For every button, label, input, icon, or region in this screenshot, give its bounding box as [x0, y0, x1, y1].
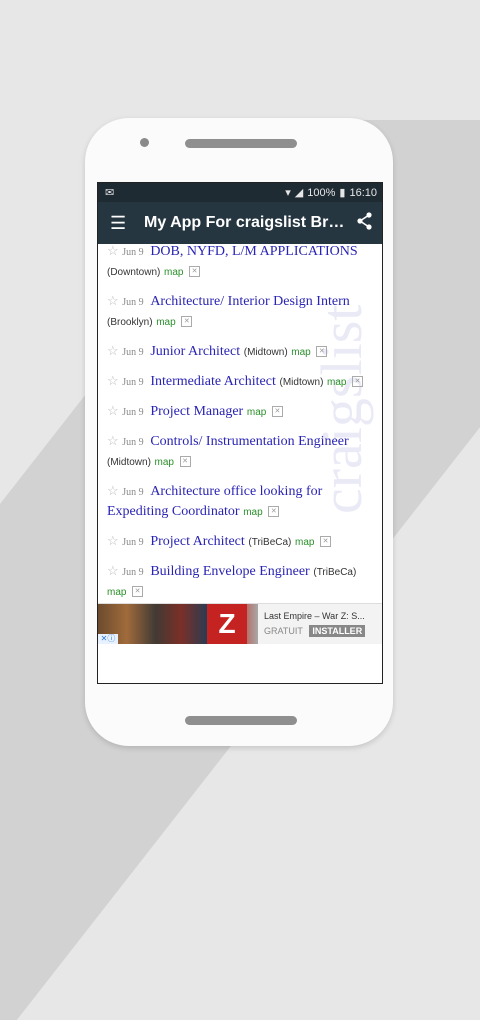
ad-image[interactable]: Z ✕ⓘ: [98, 604, 258, 644]
listing-content: craigslist ☆ Jun 9 DOB, NYFD, L/M APPLIC…: [98, 244, 382, 644]
hide-icon[interactable]: ✕: [352, 376, 364, 388]
listing-title[interactable]: Junior Architect: [150, 344, 240, 359]
speaker-bar: [185, 139, 297, 148]
listing-title[interactable]: Architecture/ Interior Design Intern: [150, 294, 349, 309]
map-link[interactable]: map: [156, 317, 175, 328]
map-link[interactable]: map: [295, 537, 314, 548]
map-link[interactable]: map: [247, 407, 266, 418]
clock: 16:10: [349, 186, 377, 199]
hide-icon[interactable]: ✕: [316, 346, 328, 358]
battery-icon: ▮: [339, 187, 346, 199]
ad-price: GRATUIT: [264, 626, 303, 636]
hide-icon[interactable]: ✕: [132, 586, 144, 598]
list-item[interactable]: ☆ Jun 9 Architecture/ Interior Design In…: [107, 288, 382, 338]
list-item[interactable]: ☆ Jun 9 Building Envelope Engineer (TriB…: [107, 558, 382, 608]
ad-banner[interactable]: Z ✕ⓘ Last Empire – War Z: S... GRATUIT I…: [98, 603, 382, 644]
star-icon[interactable]: ☆: [107, 244, 119, 258]
list-item[interactable]: ☆ Jun 9 Intermediate Architect (Midtown)…: [107, 368, 382, 398]
status-bar: ✉ ▾ ◢ 100% ▮ 16:10: [98, 183, 382, 202]
share-icon[interactable]: [354, 211, 374, 235]
hide-icon[interactable]: ✕: [179, 456, 191, 468]
game-logo-icon: Z: [207, 604, 247, 644]
list-item[interactable]: ☆ Jun 9 Controls/ Instrumentation Engine…: [107, 428, 382, 478]
star-icon[interactable]: ☆: [107, 563, 119, 578]
ad-title: Last Empire – War Z: S...: [264, 611, 365, 621]
app-title: My App For craigslist Brow...: [144, 214, 354, 231]
listing-list: ☆ Jun 9 DOB, NYFD, L/M APPLICATIONS (Dow…: [98, 244, 382, 608]
list-item[interactable]: ☆ Jun 9 Architecture office looking for …: [107, 478, 382, 528]
app-bar: ☰ My App For craigslist Brow...: [98, 202, 382, 244]
map-link[interactable]: map: [107, 587, 126, 598]
hide-icon[interactable]: ✕: [271, 406, 283, 418]
ad-info: Last Empire – War Z: S... GRATUIT INSTAL…: [264, 609, 366, 639]
star-icon[interactable]: ☆: [107, 533, 119, 548]
map-link[interactable]: map: [164, 267, 183, 278]
listing-title[interactable]: Building Envelope Engineer: [150, 564, 309, 579]
star-icon[interactable]: ☆: [107, 433, 119, 448]
list-item[interactable]: ☆ Jun 9 Project Manager map ✕: [107, 398, 382, 428]
listing-title[interactable]: DOB, NYFD, L/M APPLICATIONS: [150, 244, 357, 259]
list-item[interactable]: ☆ Jun 9 DOB, NYFD, L/M APPLICATIONS (Dow…: [107, 244, 382, 288]
wifi-icon: ▾: [285, 187, 291, 199]
signal-icon: ◢: [294, 187, 304, 199]
list-item[interactable]: ☆ Jun 9 Junior Architect (Midtown) map ✕: [107, 338, 382, 368]
menu-icon[interactable]: ☰: [110, 213, 130, 234]
screen: ✉ ▾ ◢ 100% ▮ 16:10 ☰ My App For craigsli…: [97, 182, 383, 684]
hide-icon[interactable]: ✕: [181, 316, 193, 328]
install-button[interactable]: INSTALLER: [309, 625, 366, 637]
list-item[interactable]: ☆ Jun 9 Project Architect (TriBeCa) map …: [107, 528, 382, 558]
star-icon[interactable]: ☆: [107, 373, 119, 388]
ad-close-icon[interactable]: ✕ⓘ: [98, 634, 118, 644]
map-link[interactable]: map: [155, 457, 174, 468]
star-icon[interactable]: ☆: [107, 343, 119, 358]
listing-title[interactable]: Project Manager: [150, 404, 243, 419]
mail-icon: ✉: [105, 187, 115, 199]
listing-title[interactable]: Controls/ Instrumentation Engineer: [150, 434, 348, 449]
hide-icon[interactable]: ✕: [268, 506, 280, 518]
battery-percent: 100%: [307, 186, 336, 199]
home-bar: [185, 716, 297, 725]
map-link[interactable]: map: [327, 377, 346, 388]
listing-title[interactable]: Project Architect: [150, 534, 244, 549]
star-icon[interactable]: ☆: [107, 483, 119, 498]
map-link[interactable]: map: [291, 347, 310, 358]
camera-dot: [140, 138, 149, 147]
listing-title[interactable]: Intermediate Architect: [150, 374, 276, 389]
share-svg: [357, 211, 372, 230]
star-icon[interactable]: ☆: [107, 403, 119, 418]
hide-icon[interactable]: ✕: [320, 536, 332, 548]
hide-icon[interactable]: ✕: [189, 266, 201, 278]
star-icon[interactable]: ☆: [107, 293, 119, 308]
map-link[interactable]: map: [243, 507, 262, 518]
